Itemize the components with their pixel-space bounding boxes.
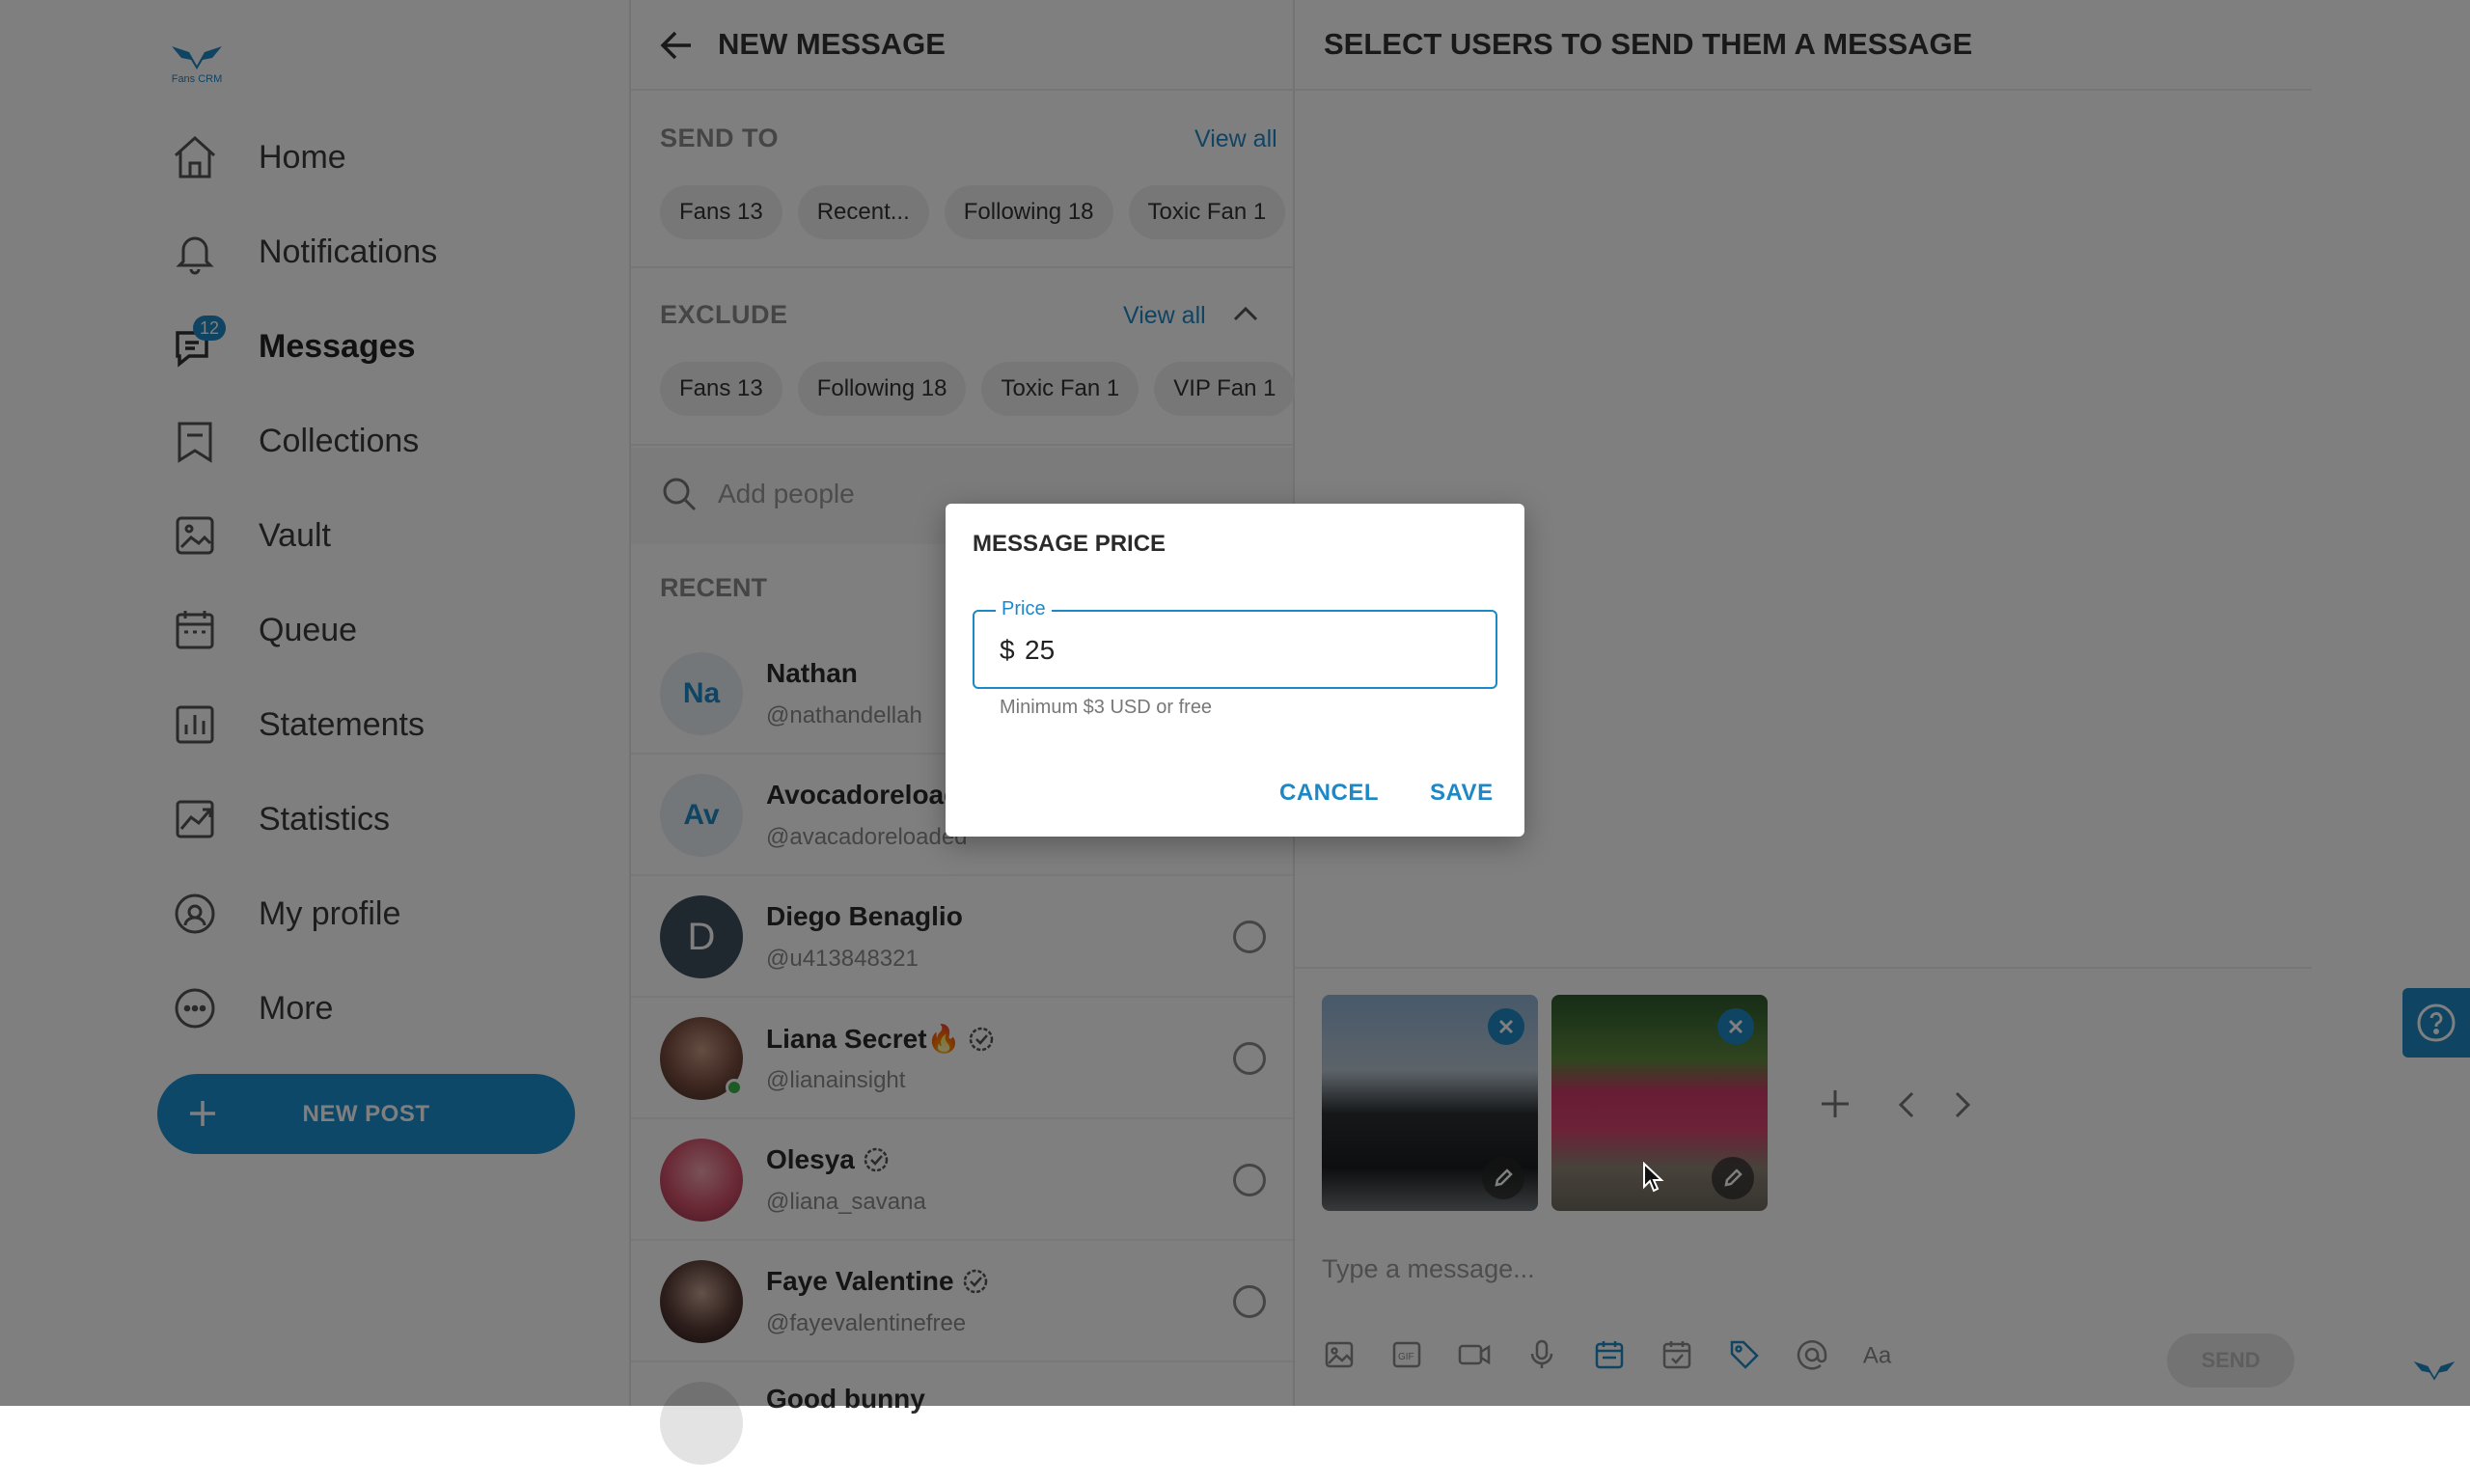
- currency-symbol: $: [1000, 635, 1015, 665]
- cancel-button[interactable]: CANCEL: [1279, 780, 1379, 807]
- mouse-cursor-icon: [1643, 1162, 1664, 1193]
- dialog-title: MESSAGE PRICE: [973, 531, 1166, 557]
- price-field-label: Price: [996, 598, 1052, 620]
- save-button[interactable]: SAVE: [1430, 780, 1494, 807]
- price-value[interactable]: 25: [1025, 635, 1055, 666]
- price-helper-text: Minimum $3 USD or free: [1000, 697, 1213, 718]
- price-input[interactable]: Price $ 25: [973, 598, 1497, 689]
- message-price-dialog: MESSAGE PRICE Price $ 25 Minimum $3 USD …: [946, 504, 1524, 837]
